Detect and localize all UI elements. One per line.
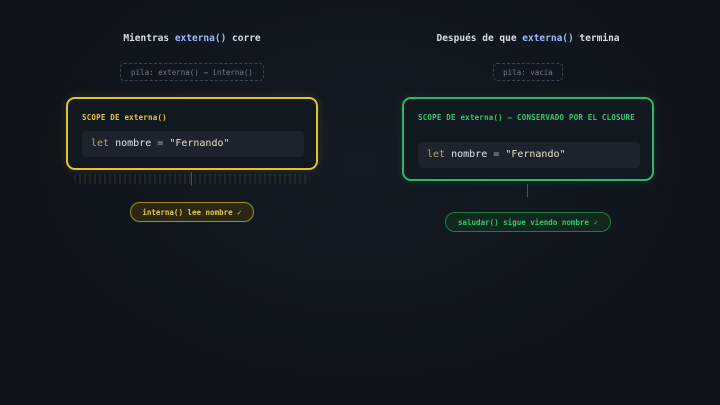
heading-after-prefix: Después de que [436,33,523,44]
heading-during-suffix: corre [226,33,261,44]
call-stack-chip-after: pila: vacía [493,63,563,81]
code-line-active: let nombre = "Fernando" [82,131,304,157]
scope-label-closure: SCOPE DE externa() — CONSERVADO POR EL C… [418,113,635,122]
scope-box-closure: SCOPE DE externa() — CONSERVADO POR EL C… [402,97,654,181]
code-operator: = [157,138,164,149]
diagram-stage: Mientras externa() corre pila: externa()… [0,0,720,405]
result-badge-after: saludar() sigue viendo nombre ✓ [445,212,611,232]
heading-during-function: externa() [174,33,227,44]
heading-after-function: externa() [522,33,574,44]
heading-during: Mientras externa() corre [64,33,320,44]
scope-label-active: SCOPE DE externa() [82,113,167,122]
code-string: "Fernando" [505,149,566,160]
result-badge-during: interna() lee nombre ✓ [130,202,254,222]
call-stack-chip-during: pila: externa() → interna() [120,63,264,81]
connector-line-after [527,184,528,197]
code-identifier: nombre [115,138,152,149]
heading-after: Después de que externa() termina [400,33,656,44]
scope-box-active: SCOPE DE externa() let nombre = "Fernand… [66,97,318,170]
connector-line-during [191,172,192,186]
code-operator: = [493,149,500,160]
heading-during-prefix: Mientras [123,33,175,44]
code-string: "Fernando" [169,138,230,149]
code-line-closure: let nombre = "Fernando" [418,142,640,168]
code-keyword: let [91,138,110,149]
code-keyword: let [427,149,446,160]
heading-after-suffix: termina [573,33,620,44]
scope-shadow-noise [74,174,310,184]
code-identifier: nombre [451,149,488,160]
